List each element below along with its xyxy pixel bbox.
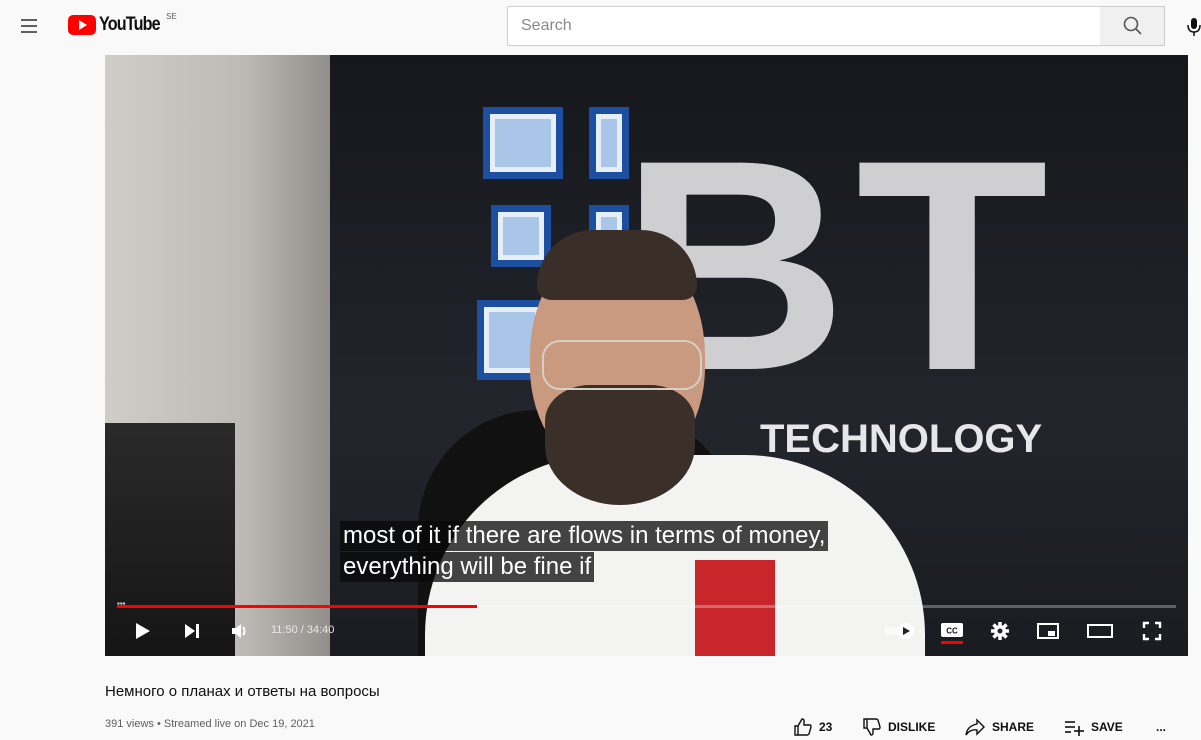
next-button[interactable] xyxy=(177,617,207,645)
progress-fill xyxy=(117,605,478,608)
search-box xyxy=(507,6,1101,46)
settings-button[interactable] xyxy=(985,617,1015,645)
video-person-glasses xyxy=(542,340,702,390)
miniplayer-icon xyxy=(1037,623,1059,639)
logo-country-code: SE xyxy=(166,12,177,21)
volume-button[interactable] xyxy=(225,617,255,645)
top-bar: YouTube SE xyxy=(0,0,1201,54)
share-button[interactable]: SHARE xyxy=(964,716,1034,738)
caption-line-1: most of it if there are flows in terms o… xyxy=(340,521,829,551)
more-icon: ... xyxy=(1156,720,1167,734)
more-actions-button[interactable]: ... xyxy=(1156,716,1166,738)
theater-icon xyxy=(1087,624,1113,638)
shirt-print xyxy=(695,560,775,656)
search-input[interactable] xyxy=(508,7,1100,45)
settings-icon xyxy=(991,622,1009,640)
progress-bar[interactable] xyxy=(117,605,1176,608)
add-to-playlist-icon xyxy=(1065,721,1084,736)
fullscreen-button[interactable] xyxy=(1135,617,1169,645)
dislike-button[interactable]: DISLIKE xyxy=(862,716,935,738)
voice-search-button[interactable] xyxy=(1180,12,1201,40)
video-meta: 391 views • Streamed live on Dec 19, 202… xyxy=(105,718,315,730)
search-icon xyxy=(1123,16,1142,35)
hamburger-menu-icon[interactable] xyxy=(18,14,42,38)
like-count: 23 xyxy=(819,720,833,734)
youtube-play-icon xyxy=(68,15,96,35)
fullscreen-icon xyxy=(1142,621,1162,641)
share-label: SHARE xyxy=(992,720,1035,734)
video-person-beard xyxy=(545,385,695,505)
video-player[interactable]: BT TECHNOLOGY most of it if there are fl… xyxy=(105,55,1188,656)
save-label: SAVE xyxy=(1091,720,1123,734)
miniplayer-button[interactable] xyxy=(1033,617,1063,645)
logo-text: YouTube xyxy=(99,14,161,35)
share-icon xyxy=(965,718,985,736)
microphone-icon xyxy=(1187,18,1201,36)
search-button[interactable] xyxy=(1100,6,1165,46)
banner-square xyxy=(483,107,563,179)
subtitles-button[interactable]: CC xyxy=(935,617,969,645)
thumbs-down-icon xyxy=(863,718,881,736)
time-display: 11:50 / 34:40 xyxy=(271,624,335,636)
autoplay-toggle[interactable] xyxy=(880,617,920,645)
dislike-label: DISLIKE xyxy=(888,720,936,734)
volume-icon xyxy=(232,624,246,638)
video-title: Немного о планах и ответы на вопросы xyxy=(105,683,380,700)
video-person-hair xyxy=(537,230,697,300)
banner-square xyxy=(491,205,551,267)
autoplay-toggle-icon xyxy=(884,623,914,639)
subtitles-icon: CC xyxy=(941,623,963,644)
thumbs-up-icon xyxy=(794,718,812,736)
next-icon xyxy=(185,624,199,638)
save-button[interactable]: SAVE xyxy=(1063,716,1123,738)
svg-text:CC: CC xyxy=(946,627,958,636)
youtube-logo[interactable]: YouTube SE xyxy=(68,12,177,38)
like-button[interactable]: 23 xyxy=(793,716,832,738)
play-icon xyxy=(136,623,150,639)
caption-line-2: everything will be fine if xyxy=(340,552,595,582)
play-button[interactable] xyxy=(125,617,159,645)
theater-mode-button[interactable] xyxy=(1083,617,1117,645)
banner-tagline: TECHNOLOGY xyxy=(760,417,1043,461)
